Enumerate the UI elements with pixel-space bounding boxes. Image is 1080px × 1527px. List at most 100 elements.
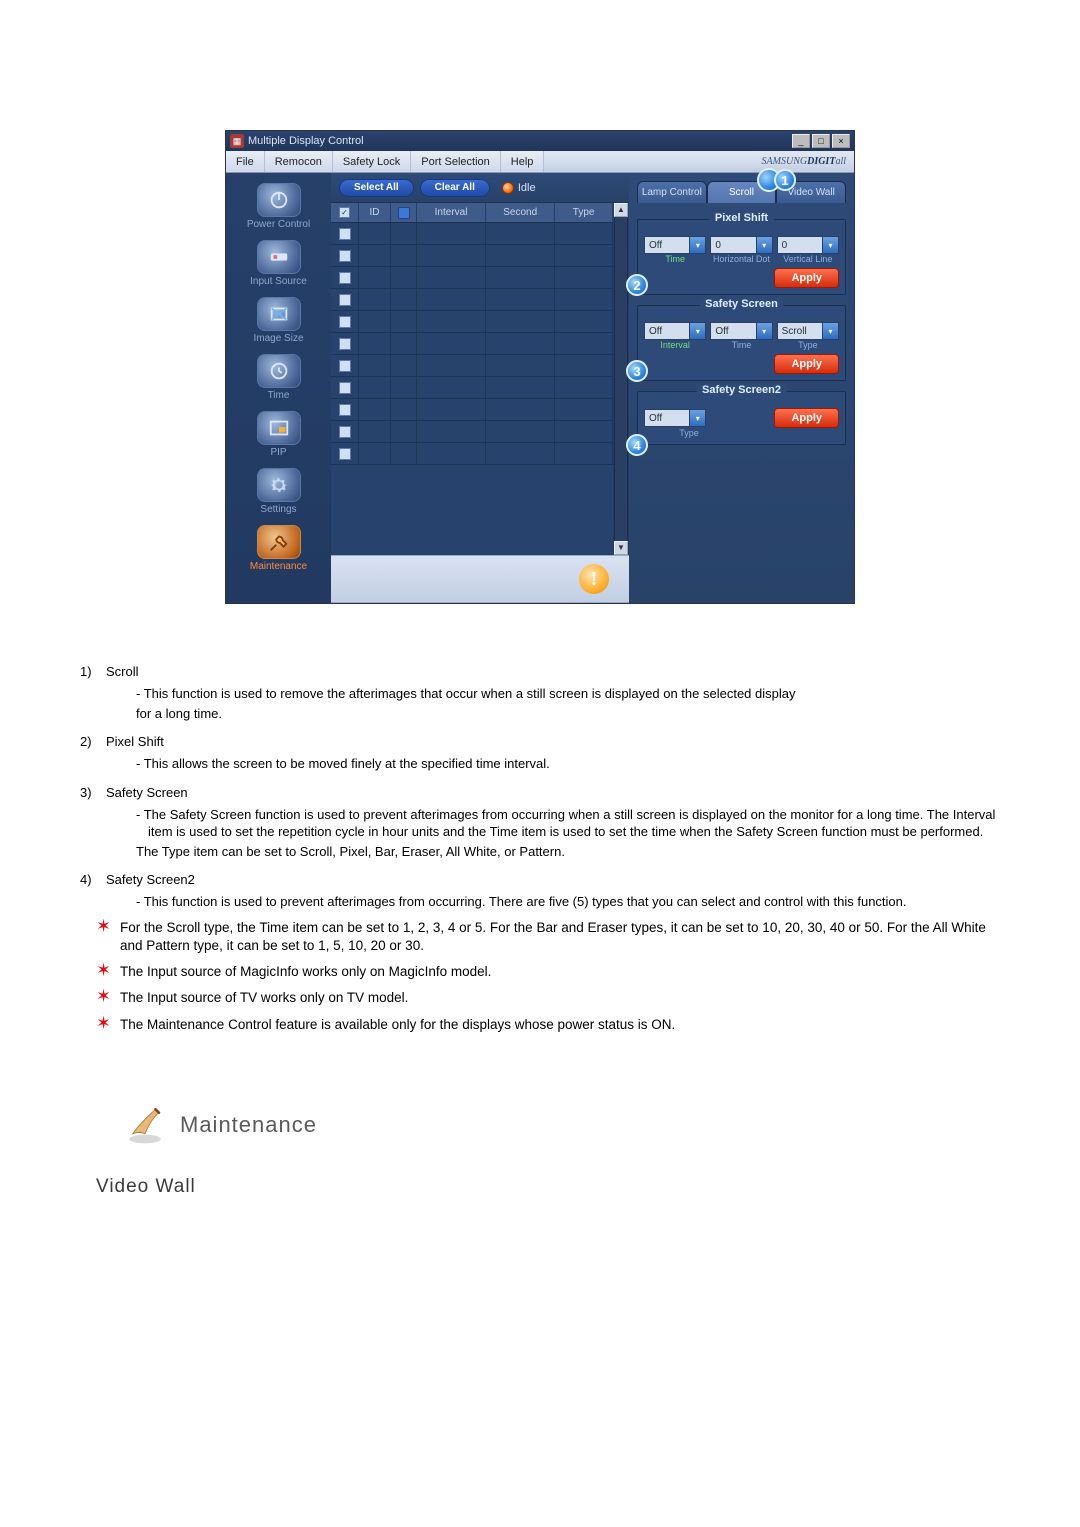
sidebar-item-label: Image Size [253, 333, 303, 344]
sidebar-item-label: Power Control [247, 219, 310, 230]
pixel-shift-group: Pixel Shift Off▾ 0▾ 0▾ Time Horizontal D… [637, 219, 846, 295]
note-text: The Maintenance Control feature is avail… [120, 1016, 675, 1034]
row-checkbox[interactable] [339, 338, 351, 350]
chevron-down-icon: ▾ [822, 237, 838, 253]
close-button[interactable]: × [832, 134, 850, 148]
sidebar: Power Control Input Source Image Size [226, 173, 331, 603]
sidebar-item-power-control[interactable]: Power Control [233, 179, 325, 234]
right-panel: 1 Lamp Control Scroll Video Wall Pixel S… [629, 173, 854, 603]
pixel-shift-vline-select[interactable]: 0▾ [777, 236, 839, 254]
table-row[interactable] [331, 223, 613, 245]
safety-screen2-type-select[interactable]: Off▾ [644, 409, 706, 427]
scroll-down-button[interactable]: ▼ [614, 541, 628, 555]
maintenance-heading: Maintenance [124, 1104, 1000, 1146]
clear-all-button[interactable]: Clear All [420, 179, 490, 197]
safety-screen-type-select[interactable]: Scroll▾ [777, 322, 839, 340]
row-checkbox[interactable] [339, 294, 351, 306]
table-row[interactable] [331, 289, 613, 311]
table-row[interactable] [331, 399, 613, 421]
star-icon: ✶ [96, 919, 114, 955]
table-row[interactable] [331, 443, 613, 465]
table-row[interactable] [331, 267, 613, 289]
pixel-shift-hdot-select[interactable]: 0▾ [710, 236, 772, 254]
row-checkbox[interactable] [339, 360, 351, 372]
item-desc: for a long time. [136, 705, 1000, 723]
safety-screen-type-label: Type [777, 340, 839, 350]
star-icon: ✶ [96, 1016, 114, 1034]
callout-2: 2 [626, 274, 648, 296]
sidebar-item-maintenance[interactable]: Maintenance [233, 521, 325, 576]
maximize-button[interactable]: □ [812, 134, 830, 148]
col-id: ID [359, 203, 391, 222]
select-all-button[interactable]: Select All [339, 179, 414, 197]
safety-screen-apply-button[interactable]: Apply [774, 354, 839, 374]
row-checkbox[interactable] [339, 228, 351, 240]
item-desc: - This function is used to prevent after… [136, 893, 1000, 911]
sidebar-item-pip[interactable]: PIP [233, 407, 325, 462]
safety-screen2-apply-button[interactable]: Apply [774, 408, 839, 428]
col-checkbox[interactable]: ✓ [331, 203, 359, 222]
note-text: The Input source of MagicInfo works only… [120, 963, 491, 981]
item-number: 4) [80, 872, 106, 887]
safety-screen-interval-select[interactable]: Off▾ [644, 322, 706, 340]
pixel-shift-time-select[interactable]: Off▾ [644, 236, 706, 254]
video-wall-heading: Video Wall [96, 1176, 1000, 1198]
sidebar-item-time[interactable]: Time [233, 350, 325, 405]
menu-port-selection[interactable]: Port Selection [411, 151, 500, 172]
app-window: ▦ Multiple Display Control _ □ × File Re… [225, 130, 855, 604]
sidebar-item-label: Maintenance [250, 561, 307, 572]
safety-screen-group: Safety Screen Off▾ Off▾ Scroll▾ Interval… [637, 305, 846, 381]
table-row[interactable] [331, 421, 613, 443]
row-checkbox[interactable] [339, 426, 351, 438]
table-row[interactable] [331, 355, 613, 377]
col-interval: Interval [417, 203, 486, 222]
row-checkbox[interactable] [339, 382, 351, 394]
col-type: Type [555, 203, 613, 222]
safety-screen-interval-label: Interval [644, 340, 706, 350]
row-checkbox[interactable] [339, 316, 351, 328]
safety-screen-time-select[interactable]: Off▾ [710, 322, 772, 340]
pixel-shift-apply-button[interactable]: Apply [774, 268, 839, 288]
row-checkbox[interactable] [339, 272, 351, 284]
scroll-up-button[interactable]: ▲ [614, 203, 628, 217]
pip-icon [257, 411, 301, 445]
tab-scroll[interactable]: Scroll [707, 181, 777, 203]
sidebar-item-label: Input Source [250, 276, 307, 287]
chevron-down-icon: ▾ [689, 323, 705, 339]
sidebar-item-settings[interactable]: Settings [233, 464, 325, 519]
menu-safety-lock[interactable]: Safety Lock [333, 151, 411, 172]
safety-screen2-legend: Safety Screen2 [696, 384, 787, 396]
sidebar-item-input-source[interactable]: Input Source [233, 236, 325, 291]
idle-label: Idle [518, 182, 536, 194]
star-icon: ✶ [96, 989, 114, 1007]
toolbar: Select All Clear All Idle [331, 173, 629, 203]
menu-help[interactable]: Help [501, 151, 545, 172]
menu-file[interactable]: File [226, 151, 265, 172]
row-checkbox[interactable] [339, 250, 351, 262]
item-title: Safety Screen2 [106, 872, 195, 887]
row-checkbox[interactable] [339, 404, 351, 416]
tab-lamp-control[interactable]: Lamp Control [637, 181, 707, 203]
row-checkbox[interactable] [339, 448, 351, 460]
menu-remocon[interactable]: Remocon [265, 151, 333, 172]
note-text: The Input source of TV works only on TV … [120, 989, 408, 1007]
gear-icon [257, 468, 301, 502]
idle-indicator: Idle [502, 182, 536, 194]
table-row[interactable] [331, 311, 613, 333]
table-row[interactable] [331, 245, 613, 267]
maintenance-icon [257, 525, 301, 559]
table-row[interactable] [331, 333, 613, 355]
table-row[interactable] [331, 377, 613, 399]
minimize-button[interactable]: _ [792, 134, 810, 148]
scroll-track[interactable] [614, 217, 628, 541]
sidebar-item-label: Time [268, 390, 290, 401]
item-desc: - This allows the screen to be moved fin… [136, 755, 1000, 773]
star-icon: ✶ [96, 963, 114, 981]
table-scrollbar[interactable]: ▲ ▼ [613, 203, 629, 555]
sidebar-item-label: PIP [270, 447, 286, 458]
heading-text: Maintenance [180, 1112, 317, 1138]
idle-lamp-icon [502, 182, 514, 194]
sidebar-item-image-size[interactable]: Image Size [233, 293, 325, 348]
col-status [391, 203, 417, 222]
safety-screen2-group: Safety Screen2 Off▾ Apply Type 4 [637, 391, 846, 445]
